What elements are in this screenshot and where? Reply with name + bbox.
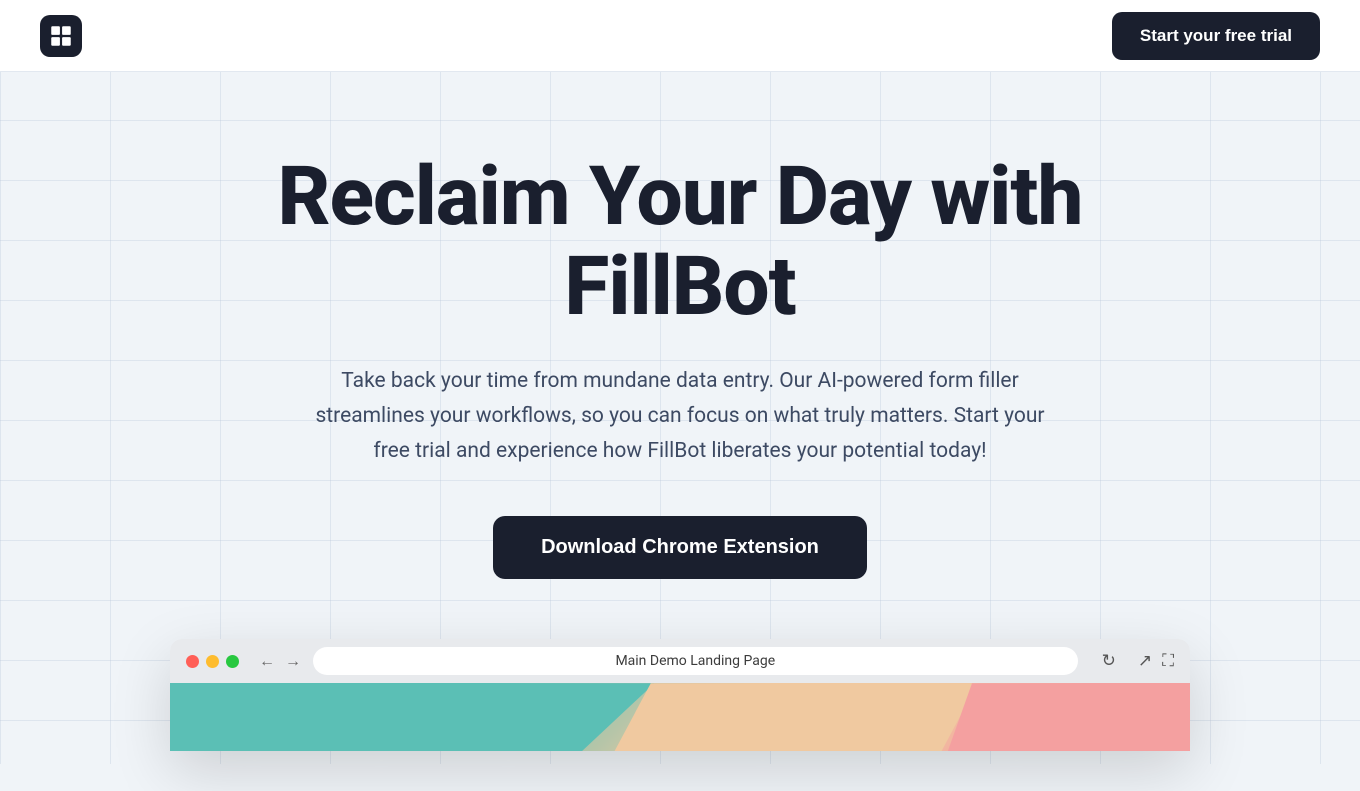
browser-nav: ← → xyxy=(259,653,301,669)
hero-section: Reclaim Your Day with FillBot Take back … xyxy=(0,72,1360,791)
browser-content xyxy=(170,683,1190,751)
browser-actions: ↗ ⛶ xyxy=(1138,651,1174,671)
hero-title: Reclaim Your Day with FillBot xyxy=(278,152,1083,332)
browser-dot-red[interactable] xyxy=(186,655,199,668)
browser-content-pink xyxy=(948,683,1190,751)
download-chrome-extension-button[interactable]: Download Chrome Extension xyxy=(493,516,867,579)
start-trial-button[interactable]: Start your free trial xyxy=(1112,12,1320,60)
hero-title-line1: Reclaim Your Day with xyxy=(278,149,1083,245)
browser-refresh-icon[interactable]: ↻ xyxy=(1102,651,1116,671)
browser-address-text: Main Demo Landing Page xyxy=(615,653,775,669)
fillbot-icon xyxy=(48,23,74,49)
hero-title-line2: FillBot xyxy=(564,239,795,335)
browser-content-peach xyxy=(614,683,977,751)
browser-dots xyxy=(186,655,239,668)
browser-address-bar[interactable]: Main Demo Landing Page xyxy=(313,647,1078,675)
browser-forward-arrow[interactable]: → xyxy=(285,653,301,669)
browser-content-inner xyxy=(170,683,1190,751)
logo-icon xyxy=(40,15,82,57)
browser-external-link-icon[interactable]: ↗ xyxy=(1138,651,1152,671)
navbar: Start your free trial xyxy=(0,0,1360,72)
browser-content-teal xyxy=(170,683,654,751)
browser-fullscreen-icon[interactable]: ⛶ xyxy=(1162,651,1174,671)
browser-dot-yellow[interactable] xyxy=(206,655,219,668)
logo xyxy=(40,15,82,57)
browser-mockup: ← → Main Demo Landing Page ↻ ↗ ⛶ xyxy=(170,639,1190,751)
browser-titlebar: ← → Main Demo Landing Page ↻ ↗ ⛶ xyxy=(170,639,1190,683)
browser-dot-green[interactable] xyxy=(226,655,239,668)
browser-back-arrow[interactable]: ← xyxy=(259,653,275,669)
hero-subtitle: Take back your time from mundane data en… xyxy=(305,364,1055,468)
